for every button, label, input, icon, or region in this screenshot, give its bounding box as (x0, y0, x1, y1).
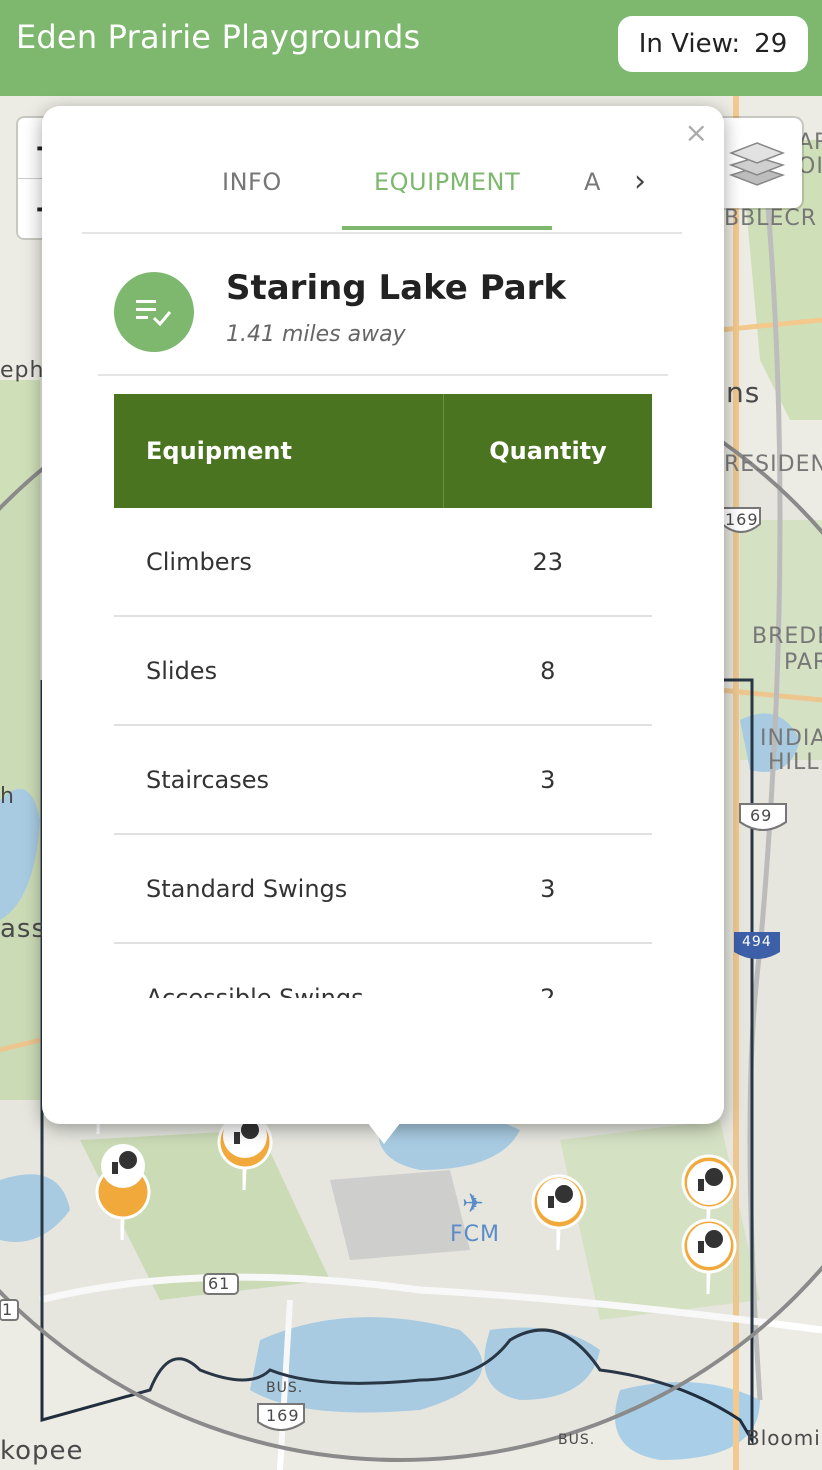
in-view-counter: In View: 29 (618, 16, 808, 72)
active-tab-indicator (342, 226, 552, 230)
chevron-right-icon[interactable]: › (634, 164, 646, 199)
map-label: BUS. (266, 1380, 304, 1396)
table-row: Accessible Swings 2 (114, 943, 652, 998)
map-label: eph (0, 358, 45, 383)
layers-icon (729, 142, 785, 186)
map-label: 69 (750, 806, 773, 825)
table-row: Staircases 3 (114, 725, 652, 835)
map-label: FCM (450, 1222, 500, 1247)
equipment-qty: 2 (443, 943, 652, 998)
map-label: INDIA (760, 726, 822, 751)
equipment-name: Staircases (114, 725, 444, 835)
table-row: Climbers 23 (114, 508, 652, 617)
map-label: kopee (0, 1436, 84, 1466)
svg-text:✈: ✈ (462, 1189, 484, 1219)
popup-pointer (364, 1118, 404, 1144)
park-popup: × INFO EQUIPMENT AI › Staring Lake Park … (42, 106, 724, 1124)
map-label: RESIDEN (724, 452, 822, 477)
map-label: HILL (768, 750, 820, 775)
equipment-qty: 23 (443, 508, 652, 617)
equipment-table-scroll[interactable]: Equipment Quantity Climbers 23 Slides 8 … (114, 394, 652, 998)
map-label: BUS. (558, 1432, 596, 1448)
in-view-label: In View: (638, 29, 741, 59)
map-label: BBLECR (724, 206, 817, 231)
map-label: BREDE (752, 624, 822, 649)
in-view-count: 29 (754, 29, 788, 59)
app-header: Eden Prairie Playgrounds In View: 29 (0, 0, 822, 96)
column-header-quantity: Quantity (443, 394, 652, 508)
map-label: 494 (742, 934, 772, 950)
map-label: 169 (266, 1406, 300, 1425)
column-header-equipment: Equipment (114, 394, 444, 508)
map-label: 169 (725, 510, 759, 529)
equipment-name: Accessible Swings (114, 943, 444, 998)
app-title: Eden Prairie Playgrounds (16, 18, 421, 56)
tab-ai[interactable]: AI (584, 168, 602, 196)
equipment-table: Equipment Quantity Climbers 23 Slides 8 … (114, 394, 652, 998)
close-icon[interactable]: × (685, 116, 708, 149)
park-distance: 1.41 miles away (226, 322, 406, 347)
map-label: ns (726, 376, 761, 409)
map-label: 61 (208, 1274, 231, 1293)
list-check-icon (114, 272, 194, 352)
tab-equipment[interactable]: EQUIPMENT (374, 168, 520, 196)
layers-button[interactable] (712, 118, 802, 208)
equipment-name: Slides (114, 616, 444, 726)
table-row: Standard Swings 3 (114, 834, 652, 944)
tab-info[interactable]: INFO (222, 168, 282, 196)
map-label: Bloomin (746, 1426, 822, 1450)
map-label: h (0, 784, 15, 809)
table-row: Slides 8 (114, 616, 652, 726)
equipment-qty: 3 (443, 834, 652, 944)
park-name: Staring Lake Park (226, 268, 567, 308)
equipment-qty: 8 (443, 616, 652, 726)
map-label: 1 (2, 1300, 14, 1319)
divider (98, 374, 668, 376)
equipment-name: Climbers (114, 508, 444, 617)
equipment-qty: 3 (443, 725, 652, 835)
equipment-name: Standard Swings (114, 834, 444, 944)
popup-tabs: INFO EQUIPMENT AI › (82, 154, 682, 234)
map-label: PAR (784, 650, 822, 675)
